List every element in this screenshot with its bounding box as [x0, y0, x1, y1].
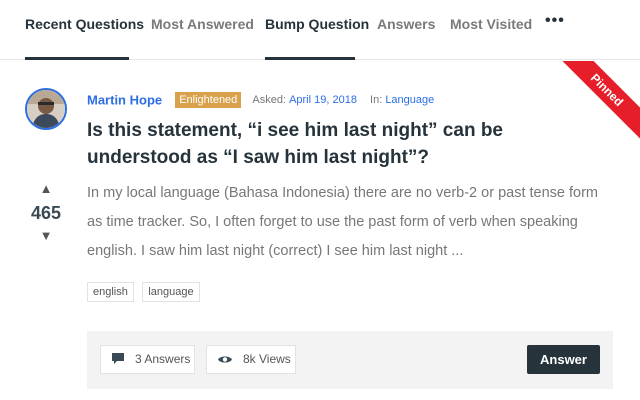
tag-language[interactable]: language — [142, 282, 200, 302]
tab-most-answered[interactable]: Most Answered — [151, 16, 254, 32]
vote-widget: ▲ 465 ▼ — [25, 181, 67, 244]
category-label: In: — [370, 94, 383, 106]
tab-answers[interactable]: Answers — [377, 16, 435, 32]
question-card: Pinned Martin Hope Enlightened Asked: Ap… — [0, 61, 640, 400]
category-link[interactable]: Language — [385, 94, 434, 106]
tab-active-indicator — [25, 57, 129, 60]
more-dots-icon[interactable]: ••• — [545, 12, 565, 30]
author-badge: Enlightened — [175, 92, 242, 108]
asked-date[interactable]: April 19, 2018 — [289, 94, 357, 106]
tab-active-indicator — [265, 57, 355, 60]
eye-icon — [218, 356, 232, 363]
asked-label: Asked: — [252, 94, 286, 106]
question-title[interactable]: Is this statement, “i see him last night… — [87, 117, 607, 171]
answer-button[interactable]: Answer — [527, 345, 600, 374]
views-count: 8k Views — [206, 345, 296, 374]
answers-count-button[interactable]: 3 Answers — [100, 345, 195, 374]
tab-most-visited[interactable]: Most Visited — [450, 16, 532, 32]
avatar-image — [27, 90, 65, 128]
comment-icon — [112, 353, 124, 364]
tab-recent-questions[interactable]: Recent Questions — [25, 16, 144, 32]
tab-bump-question[interactable]: Bump Question — [265, 16, 369, 32]
tag-list: english language — [87, 282, 204, 302]
triangle-up-icon[interactable]: ▲ — [25, 181, 67, 197]
question-excerpt: In my local language (Bahasa Indonesia) … — [87, 185, 599, 259]
question-meta: Martin Hope Enlightened Asked: April 19,… — [87, 92, 434, 110]
answers-count: 3 Answers — [135, 352, 191, 366]
question-footer: 3 Answers 8k Views Answer — [87, 331, 613, 389]
triangle-down-icon[interactable]: ▼ — [25, 228, 67, 244]
avatar[interactable] — [25, 88, 67, 130]
author-name[interactable]: Martin Hope — [87, 93, 162, 108]
question-tabs: Recent Questions Most Answered Bump Ques… — [0, 0, 640, 60]
vote-count: 465 — [30, 203, 62, 223]
views-label: 8k Views — [243, 352, 291, 366]
tag-english[interactable]: english — [87, 282, 134, 302]
